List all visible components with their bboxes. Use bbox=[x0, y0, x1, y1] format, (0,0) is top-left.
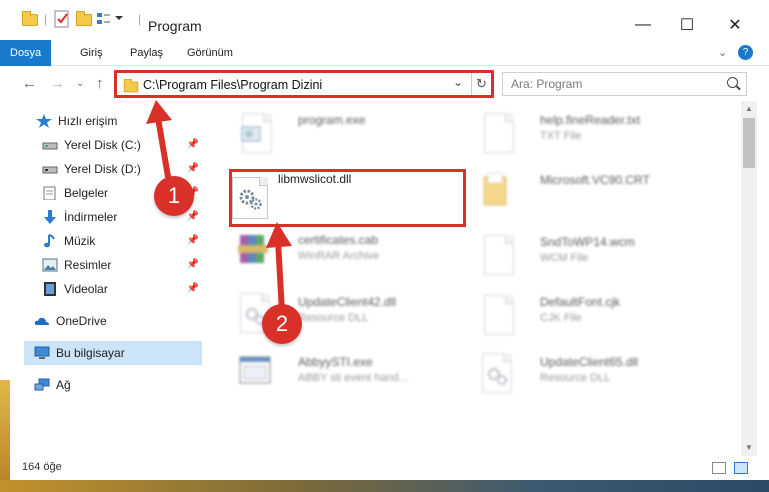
step-1-badge: 1 bbox=[154, 176, 194, 216]
step-2-badge: 2 bbox=[262, 304, 302, 344]
annotation-arrows bbox=[146, 100, 292, 313]
